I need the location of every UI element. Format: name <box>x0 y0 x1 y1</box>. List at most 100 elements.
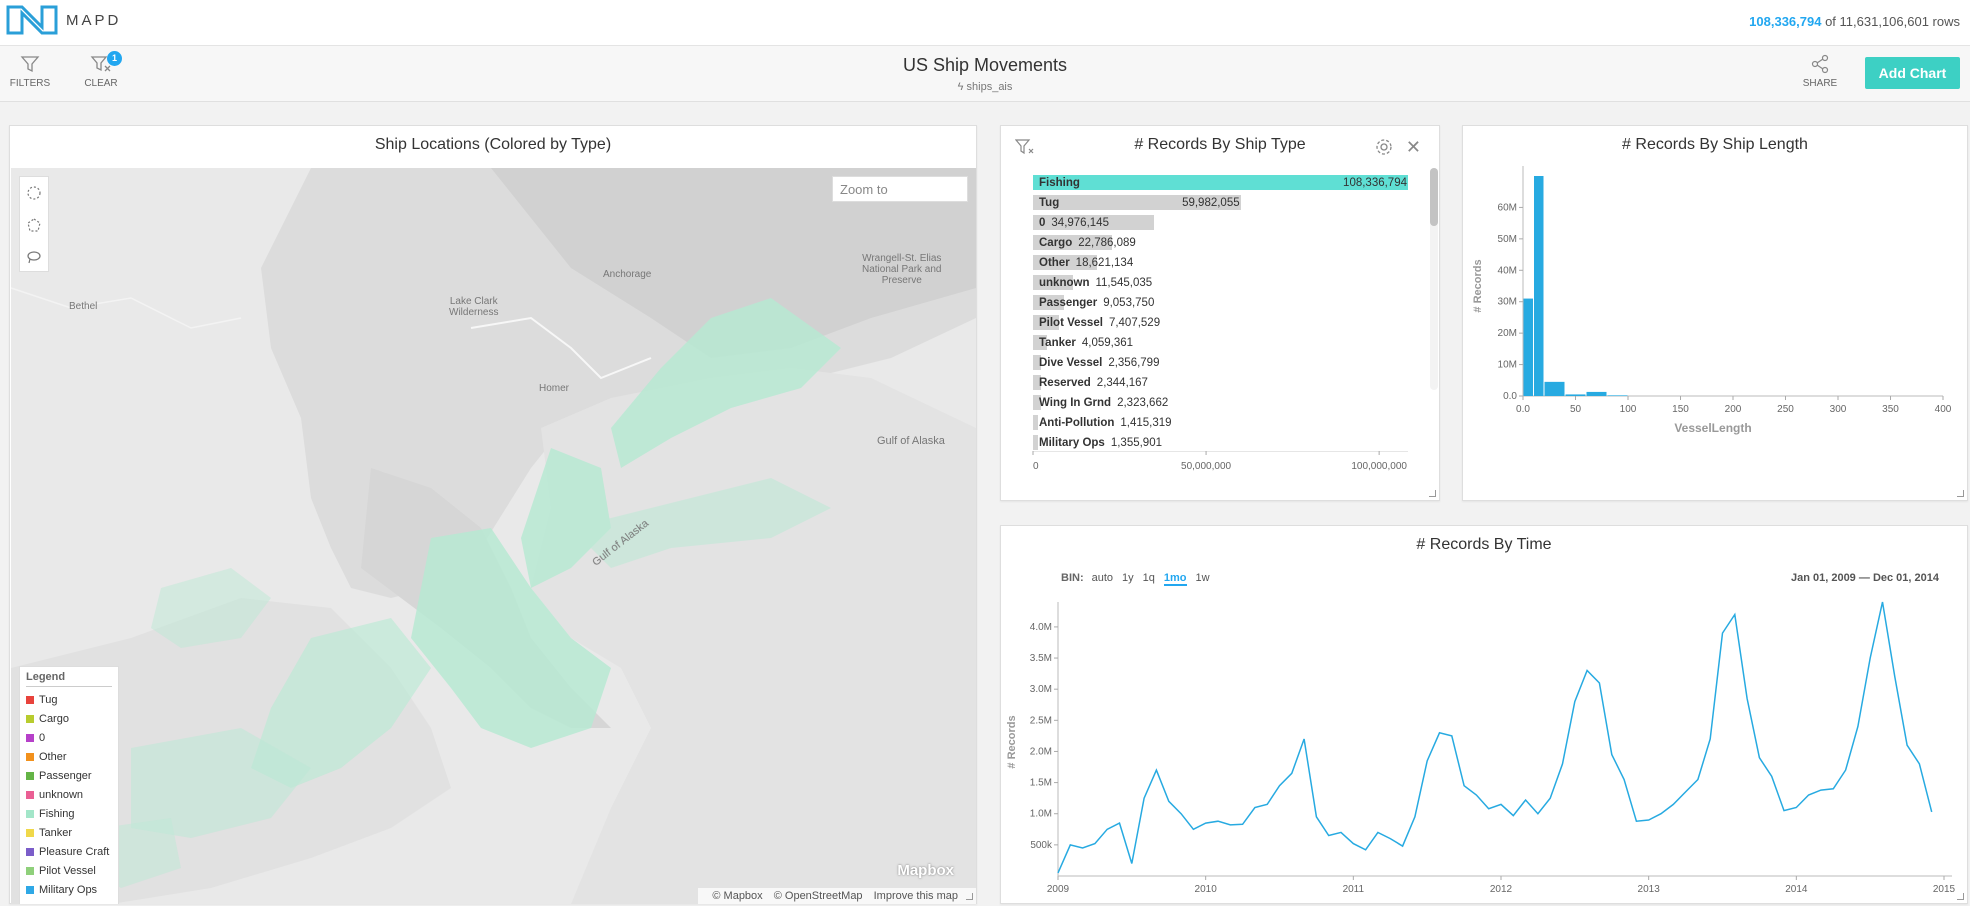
place-gulf-of-alaska: Gulf of Alaska <box>877 435 945 447</box>
x-tick-label: 150 <box>1672 404 1689 415</box>
ship-type-row[interactable]: unknown 11,545,035 <box>1033 273 1413 293</box>
ship-type-row[interactable]: Tanker 4,059,361 <box>1033 333 1413 353</box>
y-tick-label: 0.0 <box>1503 391 1517 402</box>
ship-type-row[interactable]: Fishing 108,336,794 <box>1033 173 1413 193</box>
resize-handle[interactable] <box>1957 893 1964 900</box>
add-chart-button[interactable]: Add Chart <box>1865 57 1960 89</box>
ship-type-value: 2,356,799 <box>1108 357 1160 369</box>
ship-type-row[interactable]: Military Ops 1,355,901 <box>1033 433 1413 453</box>
resize-handle[interactable] <box>1957 490 1964 497</box>
resize-handle[interactable] <box>966 893 973 900</box>
ship-type-row[interactable]: Other 18,621,134 <box>1033 253 1413 273</box>
ship-type-bar[interactable] <box>1033 415 1038 430</box>
mapd-logo-icon <box>6 5 58 35</box>
ship-type-scrollbar[interactable] <box>1430 168 1438 390</box>
axis-tick-label: 100,000,000 <box>1351 461 1407 472</box>
ship-type-row[interactable]: 0 34,976,145 <box>1033 213 1413 233</box>
ship-type-name: Pilot Vessel <box>1039 317 1103 329</box>
ship-type-name: 0 <box>1039 217 1046 229</box>
share-button[interactable]: SHARE <box>1790 54 1850 89</box>
improve-map-link[interactable]: Improve this map <box>874 890 958 902</box>
ship-type-name: Other <box>1039 257 1070 269</box>
chart-settings-button[interactable] <box>1375 138 1393 161</box>
ship-type-row[interactable]: Tug 59,982,055 <box>1033 193 1413 213</box>
date-start[interactable]: Jan 01, 2009 <box>1791 572 1856 584</box>
ship-type-row[interactable]: Anti-Pollution 1,415,319 <box>1033 413 1413 433</box>
date-range[interactable]: Jan 01, 2009 — Dec 01, 2014 <box>1791 572 1939 584</box>
ship-type-row-label: Fishing <box>1039 177 1080 189</box>
ship-type-name: Dive Vessel <box>1039 357 1103 369</box>
resize-handle[interactable] <box>1429 490 1436 497</box>
draw-circle-tool[interactable] <box>20 177 48 209</box>
legend-item: Other <box>26 747 112 766</box>
ship-type-row[interactable]: Pilot Vessel 7,407,529 <box>1033 313 1413 333</box>
draw-lasso-tool[interactable] <box>20 241 48 273</box>
legend-item: Pleasure Craft <box>26 842 112 861</box>
ship-length-panel: # Records By Ship Length 0.0 50 100 150 200 2… <box>1462 125 1968 501</box>
ship-type-row[interactable]: Cargo 22,786,089 <box>1033 233 1413 253</box>
draw-polygon-tool[interactable] <box>20 209 48 241</box>
x-tick-label: 2011 <box>1343 884 1365 895</box>
share-icon <box>1811 54 1829 74</box>
bin-option-1mo[interactable]: 1mo <box>1163 572 1187 586</box>
x-tick-label: 50 <box>1570 404 1582 415</box>
dashboard-title[interactable]: US Ship Movements <box>0 55 1970 76</box>
legend-swatch <box>26 828 34 837</box>
legend-item: Tanker <box>26 823 112 842</box>
ship-type-value: 34,976,145 <box>1051 217 1109 229</box>
share-label: SHARE <box>1802 78 1838 89</box>
attribution-mapbox-link[interactable]: © Mapbox <box>712 890 762 902</box>
legend-item: Fishing <box>26 804 112 823</box>
date-end[interactable]: Dec 01, 2014 <box>1873 572 1939 584</box>
ship-type-row-label: Dive Vessel 2,356,799 <box>1039 357 1159 369</box>
histogram-bar <box>1586 391 1607 396</box>
map-legend: Legend Tug Cargo 0 Other Passenger unknown Fis… <box>19 666 119 904</box>
legend-item: Tug <box>26 690 112 709</box>
legend-swatch <box>26 866 34 875</box>
place-lake-clark: Lake Clark Wilderness <box>449 296 499 318</box>
zoom-to-input[interactable] <box>832 176 968 202</box>
bin-selector: BIN: auto 1y 1q 1mo 1w <box>1061 572 1219 586</box>
bin-option-1y[interactable]: 1y <box>1122 572 1134 584</box>
legend-item: Pilot Vessel <box>26 861 112 880</box>
ship-type-name: Tanker <box>1039 337 1076 349</box>
y-tick-label: 2.0M <box>1030 746 1052 757</box>
y-tick-label: 30M <box>1498 297 1517 308</box>
map-panel: Ship Locations (Colored by Type) Bethel … <box>9 125 977 904</box>
ship-type-row[interactable]: Dive Vessel 2,356,799 <box>1033 353 1413 373</box>
legend-label: Passenger <box>39 769 92 782</box>
place-wrangell: Wrangell-St. Elias National Park and Pre… <box>862 253 942 286</box>
map-panel-title: Ship Locations (Colored by Type) <box>374 136 612 153</box>
ship-type-row-chart[interactable]: Fishing 108,336,794 Tug 59,982,055 0 34,976,1… <box>1033 173 1413 453</box>
time-line-chart[interactable]: 500k 1.0M 1.5M 2.0M 2.5M 3.0M 3.5M 4.0M 2009 2010… <box>1001 592 1969 902</box>
row-count-filtered: 108,336,794 <box>1749 14 1822 29</box>
records-time-series-line <box>1057 601 1933 874</box>
ship-type-row-label: 0 34,976,145 <box>1039 217 1109 229</box>
ship-type-row-label: Military Ops 1,355,901 <box>1039 437 1162 449</box>
top-bar: MAPD 108,336,794 of 11,631,106,601 rows <box>0 0 1970 46</box>
legend-item: Passenger <box>26 766 112 785</box>
scrollbar-thumb[interactable] <box>1430 168 1438 226</box>
map-canvas[interactable]: Bethel Anchorage Lake Clark Wilderness W… <box>11 168 976 904</box>
close-icon[interactable]: ✕ <box>1406 137 1421 158</box>
bin-option-1q[interactable]: 1q <box>1143 572 1155 584</box>
ship-type-row[interactable]: Reserved 2,344,167 <box>1033 373 1413 393</box>
y-tick-label: 50M <box>1498 234 1517 245</box>
mapbox-logo[interactable]: Mapbox <box>897 862 954 879</box>
histogram-bar <box>1565 394 1586 396</box>
legend-swatch <box>26 809 34 818</box>
ship-type-row[interactable]: Passenger 9,053,750 <box>1033 293 1413 313</box>
bin-option-1w[interactable]: 1w <box>1196 572 1210 584</box>
ship-type-row-label: Tanker 4,059,361 <box>1039 337 1133 349</box>
ship-type-bar[interactable] <box>1033 435 1038 450</box>
legend-swatch <box>26 847 34 856</box>
y-tick-label: 40M <box>1498 265 1517 276</box>
mapd-logo[interactable]: MAPD <box>6 5 121 35</box>
legend-swatch <box>26 752 34 761</box>
legend-label: unknown <box>39 788 84 801</box>
ship-type-row[interactable]: Wing In Grnd 2,323,662 <box>1033 393 1413 413</box>
axis-tick-label: 50,000,000 <box>1181 461 1231 472</box>
bin-option-auto[interactable]: auto <box>1092 572 1113 584</box>
attribution-osm-link[interactable]: © OpenStreetMap <box>774 890 863 902</box>
ship-length-histogram[interactable]: 0.0 50 100 150 200 250 300 350 400 0.0 10M 20M 30M 40… <box>1463 166 1969 502</box>
